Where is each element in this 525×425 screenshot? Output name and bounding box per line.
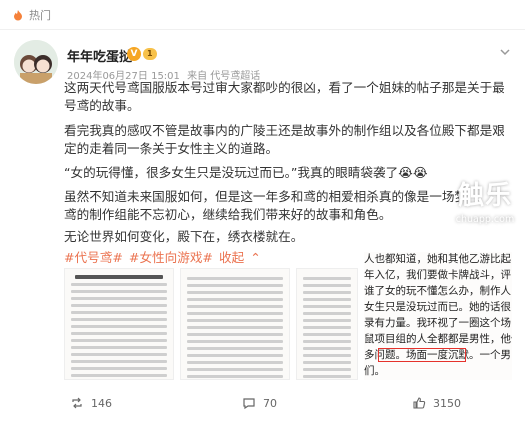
collapse-arrow-icon[interactable]: ⌃ xyxy=(250,250,261,265)
fire-icon xyxy=(14,9,22,20)
image-text-line: 谁了女的玩不懂怎么办，制作人 xyxy=(364,285,511,297)
comment-icon xyxy=(243,398,255,410)
post-image-4[interactable]: 人也都知道，她和其他乙游比起 年入亿，我们要做卡牌战斗，评 谁了女的玩不懂怎么办… xyxy=(364,252,512,380)
image-text-line: 们。 xyxy=(364,365,385,377)
repost-button[interactable]: 146 xyxy=(70,396,112,410)
hot-label: 热门 xyxy=(29,8,51,22)
image-text-line: 鼠项目组的人全都都是男性，他们 xyxy=(364,333,512,345)
watermark-url: chuapp.com xyxy=(455,214,515,225)
post-text-line: 定的走着同一条关于女性主义的道路。 xyxy=(64,141,279,156)
image-text-line: 女生只是没玩过而已。她的话很 xyxy=(364,301,511,313)
tag-daihaoyuan[interactable]: #代号鸢# xyxy=(64,250,123,265)
level-badge: 1 xyxy=(143,48,157,60)
avatar-image xyxy=(14,40,58,84)
post-text-line: 号鸢的故事。 xyxy=(64,98,140,113)
post-text-line: “女的玩得懂，很多女生只是没玩过而已。”我真的眼睛袋袭了😭😭 xyxy=(64,165,428,180)
thumb-title-line xyxy=(75,275,163,279)
like-button[interactable]: 3150 xyxy=(412,396,461,410)
repost-count: 146 xyxy=(91,396,112,410)
watermark-logo: 触乐 xyxy=(457,181,512,211)
post-text-line: 无论世界如何变化，殿下在，绣衣楼就在。 xyxy=(64,229,304,244)
post-text-line: 看完我真的感叹不管是故事内的广陵王还是故事外的制作组以及各位殿下都是艰难但坚 xyxy=(64,123,504,138)
chevron-down-icon[interactable] xyxy=(499,46,511,58)
avatar[interactable] xyxy=(14,40,58,84)
like-count: 3150 xyxy=(433,396,461,410)
post-tags: #代号鸢# #女性向游戏# 收起 ⌃ xyxy=(64,247,263,266)
chuapp-watermark: 触乐 chuapp.com xyxy=(449,180,521,248)
comment-count: 70 xyxy=(263,396,277,410)
collapse-link[interactable]: 收起 xyxy=(219,250,244,265)
repost-icon xyxy=(72,397,82,409)
post-text-line: 这两天代号鸢国服版本号过审大家都吵的很凶，看了一个姐妹的帖子那是关于最早的代 xyxy=(64,80,504,95)
image-text-line: 年入亿，我们要做卡牌战斗，评 xyxy=(364,269,511,281)
post-text-line: 虽然不知道未来国服如何，但是这一年多和鸢的相爱相杀真的像是一场梦，真心的希望 xyxy=(64,189,459,204)
thumbs-up-icon xyxy=(413,397,426,409)
post-text-line: 鸢的制作组能不忘初心，继续给我们带来好的故事和角色。 xyxy=(64,207,392,222)
image-text-line: 人也都知道，她和其他乙游比起 xyxy=(364,253,511,265)
hot-header: 热门 xyxy=(0,0,525,30)
comment-button[interactable]: 70 xyxy=(242,396,277,410)
action-bar: 146 70 3150 xyxy=(0,390,525,420)
post-image-3[interactable] xyxy=(296,268,358,380)
highlight-box xyxy=(378,348,466,362)
verified-badge: V xyxy=(127,47,141,61)
tag-female-games[interactable]: #女性向游戏# xyxy=(129,250,213,265)
post-image-1[interactable] xyxy=(64,268,174,380)
author-name[interactable]: 年年吃蛋挞 xyxy=(67,46,132,65)
post-image-2[interactable] xyxy=(180,268,290,380)
image-text-line: 录有力量。我环视了一圈这个场 xyxy=(364,317,511,329)
